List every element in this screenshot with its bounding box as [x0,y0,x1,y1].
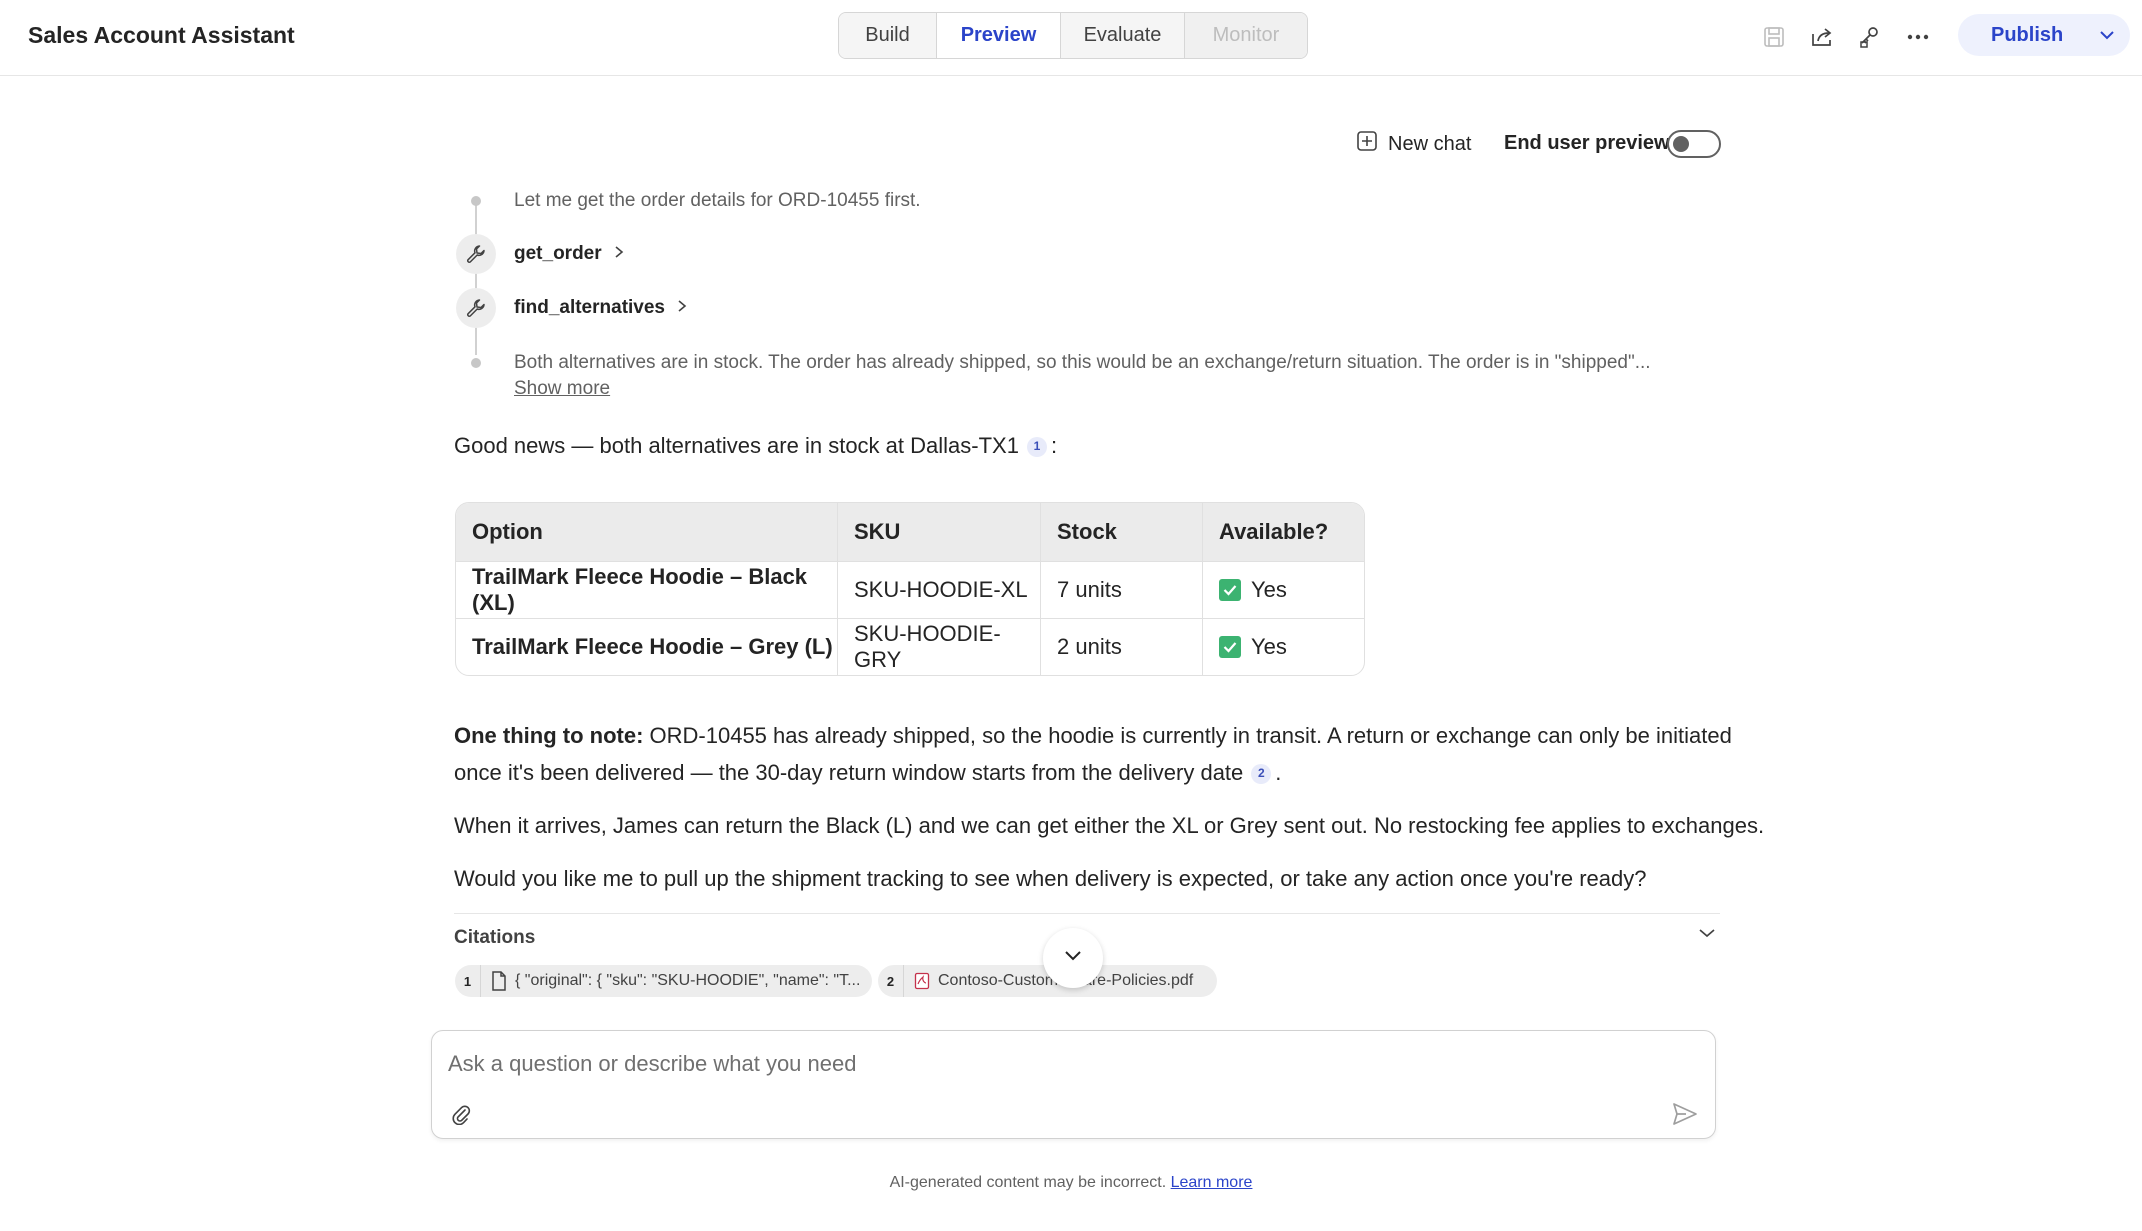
available-cell: Yes [1203,619,1364,675]
end-user-preview-label: End user preview [1504,132,1670,154]
top-bar: Sales Account Assistant Build Preview Ev… [0,0,2142,76]
chevron-down-icon[interactable] [2092,20,2122,50]
option-cell: TrailMark Fleece Hoodie – Grey (L) [456,619,838,675]
scroll-to-bottom-button[interactable] [1043,928,1103,988]
divider [454,913,1720,914]
stock-cell: 2 units [1041,619,1203,675]
tab-monitor: Monitor [1185,13,1307,58]
chat-input[interactable] [448,1051,1688,1077]
check-mark-icon [1219,636,1241,658]
available-value: Yes [1251,577,1287,602]
connect-icon[interactable] [1853,20,1887,54]
check-mark-icon [1219,579,1241,601]
table-row: TrailMark Fleece Hoodie – Grey (L) SKU-H… [456,618,1364,675]
wrench-icon [456,288,496,328]
chevron-right-icon [677,297,687,319]
table-header: SKU [838,503,1041,561]
table-header: Stock [1041,503,1203,561]
note-text: once it's been delivered — the 30-day re… [454,760,1244,785]
app-title: Sales Account Assistant [28,22,295,48]
save-icon[interactable] [1757,20,1791,54]
reasoning-step-text: Let me get the order details for ORD-104… [514,190,921,211]
note-line-1: One thing to note: ORD-10455 has already… [454,717,1732,754]
intro-text: Good news — both alternatives are in sto… [454,433,1019,458]
new-chat-button[interactable]: New chat [1356,130,1471,158]
ai-disclaimer: AI-generated content may be incorrect. L… [0,1174,2142,1192]
document-icon [491,971,507,991]
toggle-knob [1673,136,1689,152]
sku-cell: SKU-HOODIE-GRY [838,619,1041,675]
attach-icon[interactable] [446,1099,476,1129]
tool-name: get_order [514,243,602,264]
chat-composer [431,1030,1716,1139]
table-header: Option [456,503,838,561]
timeline-line [475,205,477,355]
tab-preview[interactable]: Preview [937,13,1061,58]
show-more-link[interactable]: Show more [514,378,610,400]
citation-badge[interactable]: 2 [1251,763,1272,784]
table-row: TrailMark Fleece Hoodie – Black (XL) SKU… [456,561,1364,618]
note-line-2: once it's been delivered — the 30-day re… [454,754,1281,791]
tab-evaluate[interactable]: Evaluate [1061,13,1185,58]
citation-text: { "original": { "sku": "SKU-HOODIE", "na… [515,972,861,989]
message-intro: Good news — both alternatives are in sto… [454,427,1057,464]
learn-more-link[interactable]: Learn more [1171,1174,1253,1191]
note-label: One thing to note: [454,723,644,748]
message-paragraph: When it arrives, James can return the Bl… [454,813,1765,838]
chevron-down-icon[interactable] [1698,926,1716,944]
note-text: ORD-10455 has already shipped, so the ho… [643,723,1732,748]
new-chat-label: New chat [1388,132,1472,155]
message-paragraph: Would you like me to pull up the shipmen… [454,866,1647,891]
pdf-icon [914,972,930,990]
publish-label: Publish [1991,23,2064,46]
intro-end: : [1050,433,1058,458]
timeline-dot [471,358,481,368]
chevron-right-icon [614,243,624,265]
citation-number: 1 [455,965,481,997]
end-user-preview-toggle[interactable] [1667,130,1721,158]
publish-button[interactable]: Publish [1958,14,2130,56]
citation-number: 2 [878,965,904,997]
table-header-row: Option SKU Stock Available? [456,503,1364,561]
citations-label: Citations [454,927,536,948]
tool-name: find_alternatives [514,297,665,318]
note-end: . [1275,760,1282,785]
sku-cell: SKU-HOODIE-XL [838,562,1041,618]
reasoning-step-text: Both alternatives are in stock. The orde… [514,352,1651,373]
mode-tabs: Build Preview Evaluate Monitor [838,12,1308,59]
citation-badge[interactable]: 1 [1026,436,1047,457]
chevron-down-icon [1063,949,1083,967]
citation-chip[interactable]: 1 { "original": { "sku": "SKU-HOODIE", "… [455,965,872,997]
tab-build[interactable]: Build [839,13,937,58]
timeline-dot [471,196,481,206]
share-icon[interactable] [1805,20,1839,54]
stock-table: Option SKU Stock Available? TrailMark Fl… [455,502,1365,676]
disclaimer-text: AI-generated content may be incorrect. [889,1174,1167,1191]
available-value: Yes [1251,634,1287,659]
add-square-icon [1356,130,1378,158]
tool-call-get-order[interactable]: get_order [514,243,624,265]
more-icon[interactable] [1901,20,1935,54]
stock-cell: 7 units [1041,562,1203,618]
table-header: Available? [1219,519,1329,544]
option-cell: TrailMark Fleece Hoodie – Black (XL) [456,562,838,618]
available-cell: Yes [1203,562,1364,618]
send-icon[interactable] [1668,1097,1702,1131]
tool-call-find-alternatives[interactable]: find_alternatives [514,297,687,319]
wrench-icon [456,234,496,274]
